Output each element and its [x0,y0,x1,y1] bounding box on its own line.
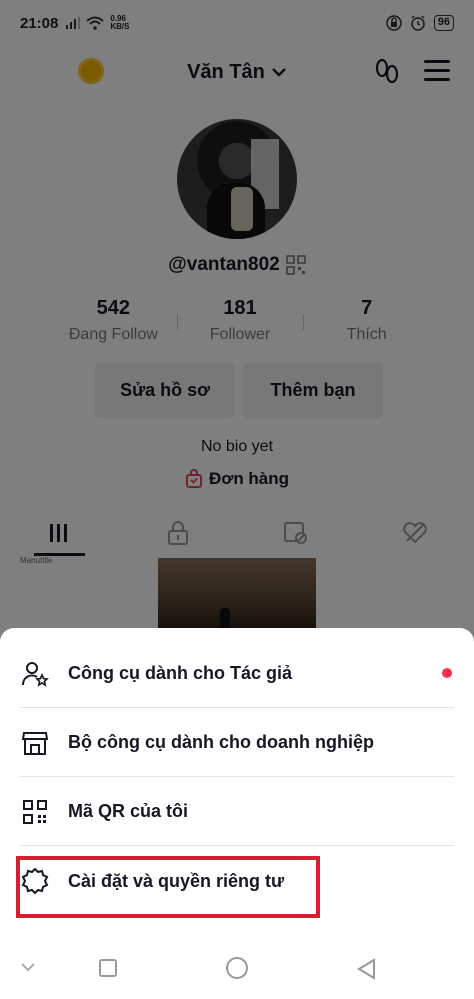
recent-apps-icon[interactable] [98,958,118,978]
menu-item-creator-tools[interactable]: Công cụ dành cho Tác giả [20,640,454,708]
qr-code-icon [20,797,50,827]
system-nav-bar [0,940,474,999]
menu-item-label: Công cụ dành cho Tác giả [68,663,293,683]
menu-item-my-qr[interactable]: Mã QR của tôi [20,778,454,846]
menu-item-business-tools[interactable]: Bộ công cụ dành cho doanh nghiệp [20,709,454,777]
home-icon[interactable] [225,956,249,980]
menu-item-label: Mã QR của tôi [68,801,189,821]
back-icon[interactable] [356,958,376,980]
chevron-down-icon[interactable] [20,962,36,972]
creator-tools-icon [20,659,50,689]
menu-item-label: Bộ công cụ dành cho doanh nghiệp [68,732,374,752]
highlight-box [16,856,320,918]
business-store-icon [20,728,50,758]
notification-dot [442,668,452,678]
